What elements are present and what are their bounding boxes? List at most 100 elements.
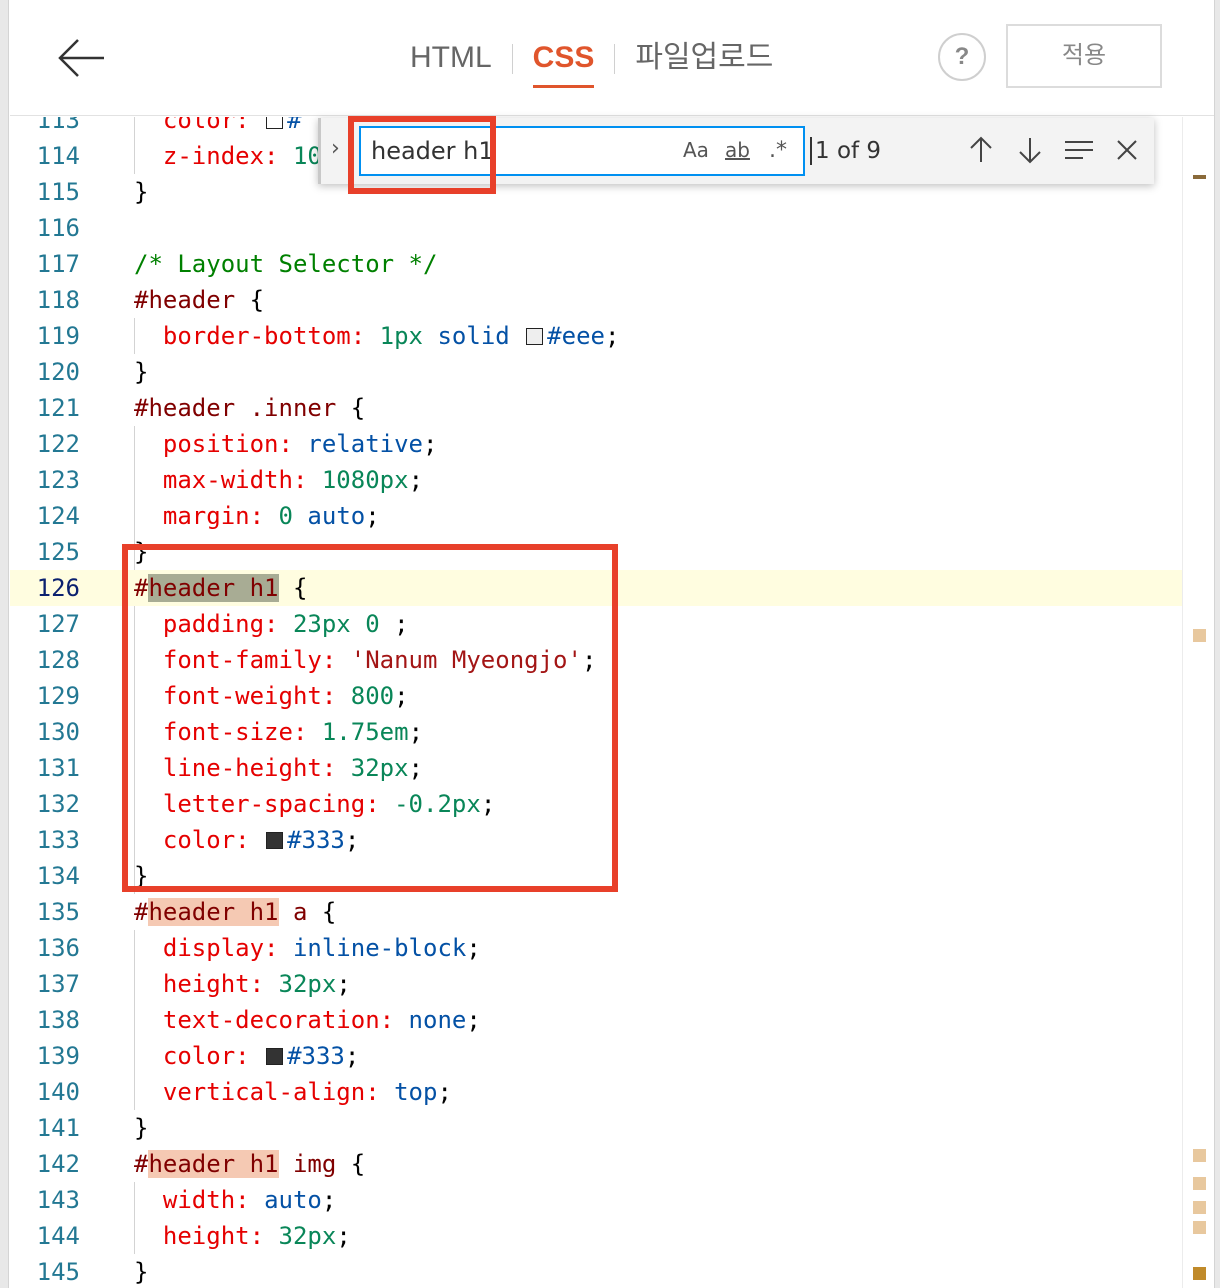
code-line[interactable]: 139 color: #333;: [10, 1038, 1182, 1074]
code-line[interactable]: 121 #header .inner {: [10, 390, 1182, 426]
line-number: 120: [36, 358, 80, 386]
code-line[interactable]: 116: [10, 210, 1182, 246]
line-content: max-width: 1080px;: [162, 466, 424, 494]
line-content: #header h1 a {: [134, 898, 337, 926]
whole-word-toggle[interactable]: ab: [725, 138, 750, 162]
code-line[interactable]: 135 #header h1 a {: [10, 894, 1182, 930]
line-number: 136: [36, 934, 80, 962]
regex-toggle[interactable]: .*: [769, 138, 787, 163]
line-content: position: relative;: [162, 430, 438, 458]
line-number: 113: [36, 117, 80, 134]
line-number: 140: [36, 1078, 80, 1106]
window-right-edge: [1214, 0, 1220, 1288]
back-button[interactable]: [54, 30, 110, 86]
line-content: /* Layout Selector */: [134, 250, 438, 278]
line-number: 126: [36, 574, 80, 602]
code-line[interactable]: 140 vertical-align: top;: [10, 1074, 1182, 1110]
help-button[interactable]: ?: [938, 33, 986, 81]
line-number: 133: [36, 826, 80, 854]
line-number: 115: [36, 178, 80, 206]
line-content: color: #: [134, 117, 302, 138]
line-number: 130: [36, 718, 80, 746]
line-content: width: auto;: [162, 1186, 337, 1214]
line-number: 132: [36, 790, 80, 818]
code-line[interactable]: 143 width: auto;: [10, 1182, 1182, 1218]
text-cursor: [810, 137, 812, 165]
line-content: height: 32px;: [162, 970, 351, 998]
line-content: #header h1 img {: [134, 1150, 366, 1178]
code-line[interactable]: 117 /* Layout Selector */: [10, 246, 1182, 282]
line-content: height: 32px;: [162, 1222, 351, 1250]
line-content: #header .inner {: [134, 394, 366, 422]
code-line[interactable]: 124 margin: 0 auto;: [10, 498, 1182, 534]
line-content: }: [134, 358, 149, 386]
line-number: 124: [36, 502, 80, 530]
code-line[interactable]: 141}: [10, 1110, 1182, 1146]
window-left-edge: [0, 0, 9, 1288]
line-number: 142: [36, 1150, 80, 1178]
ruler-match-marker: [1193, 1149, 1206, 1162]
line-content: }: [134, 1114, 149, 1142]
line-number: 138: [36, 1006, 80, 1034]
line-content: #header {: [134, 286, 265, 314]
close-find-button[interactable]: [1109, 132, 1145, 168]
lines-icon: [1065, 141, 1093, 159]
line-number: 131: [36, 754, 80, 782]
ruler-match-marker: [1193, 1201, 1206, 1214]
line-content: }: [134, 178, 149, 206]
line-content: display: inline-block;: [162, 934, 481, 962]
code-line[interactable]: 144 height: 32px;: [10, 1218, 1182, 1254]
previous-match-button[interactable]: [963, 132, 999, 168]
code-line[interactable]: 136 display: inline-block;: [10, 930, 1182, 966]
ruler-match-marker: [1193, 1267, 1206, 1280]
ruler-match-marker: [1193, 1221, 1206, 1234]
arrow-up-icon: [970, 136, 992, 162]
line-content: border-bottom: 1px solid #eee;: [162, 322, 620, 350]
tab-file-upload[interactable]: 파일업로드: [635, 38, 773, 88]
line-number: 141: [36, 1114, 80, 1142]
code-line[interactable]: 145}: [10, 1254, 1182, 1288]
line-number: 116: [36, 214, 80, 242]
code-line[interactable]: 142 #header h1 img {: [10, 1146, 1182, 1182]
line-number: 127: [36, 610, 80, 638]
overview-ruler-scrollbar[interactable]: [1182, 117, 1214, 1288]
code-line[interactable]: 138 text-decoration: none;: [10, 1002, 1182, 1038]
next-match-button[interactable]: [1012, 132, 1048, 168]
line-content: color: #333;: [162, 1042, 360, 1070]
line-number: 125: [36, 538, 80, 566]
line-number: 135: [36, 898, 80, 926]
line-number: 129: [36, 682, 80, 710]
code-line[interactable]: 122 position: relative;: [10, 426, 1182, 462]
match-case-toggle[interactable]: Aa: [683, 138, 709, 162]
line-number: 139: [36, 1042, 80, 1070]
line-content: }: [134, 1258, 149, 1286]
line-number: 143: [36, 1186, 80, 1214]
line-number: 121: [36, 394, 80, 422]
line-number: 117: [36, 250, 80, 278]
tab-html[interactable]: HTML: [410, 38, 492, 88]
code-line[interactable]: 123 max-width: 1080px;: [10, 462, 1182, 498]
chevron-right-icon: ›: [331, 136, 340, 161]
line-content: text-decoration: none;: [162, 1006, 481, 1034]
apply-button[interactable]: 적용: [1006, 24, 1162, 88]
line-content: z-index: 10: [162, 142, 322, 170]
editor-tabs: HTML CSS 파일업로드: [410, 38, 773, 88]
code-line[interactable]: 120}: [10, 354, 1182, 390]
annotation-box-search: [348, 116, 496, 194]
code-line[interactable]: 137 height: 32px;: [10, 966, 1182, 1002]
line-number: 134: [36, 862, 80, 890]
close-icon: [1117, 140, 1137, 160]
tab-divider: [511, 44, 513, 74]
line-number: 145: [36, 1258, 80, 1286]
find-in-selection-button[interactable]: [1061, 132, 1097, 168]
toggle-replace-button[interactable]: ›: [331, 136, 340, 161]
line-number: 122: [36, 430, 80, 458]
question-icon: ?: [954, 43, 970, 70]
code-line[interactable]: 119 border-bottom: 1px solid #eee;: [10, 318, 1182, 354]
arrow-left-icon: [58, 39, 104, 77]
code-line[interactable]: 118 #header {: [10, 282, 1182, 318]
tab-css[interactable]: CSS: [532, 38, 595, 88]
line-number: 144: [36, 1222, 80, 1250]
line-number: 114: [36, 142, 80, 170]
arrow-down-icon: [1019, 138, 1041, 164]
